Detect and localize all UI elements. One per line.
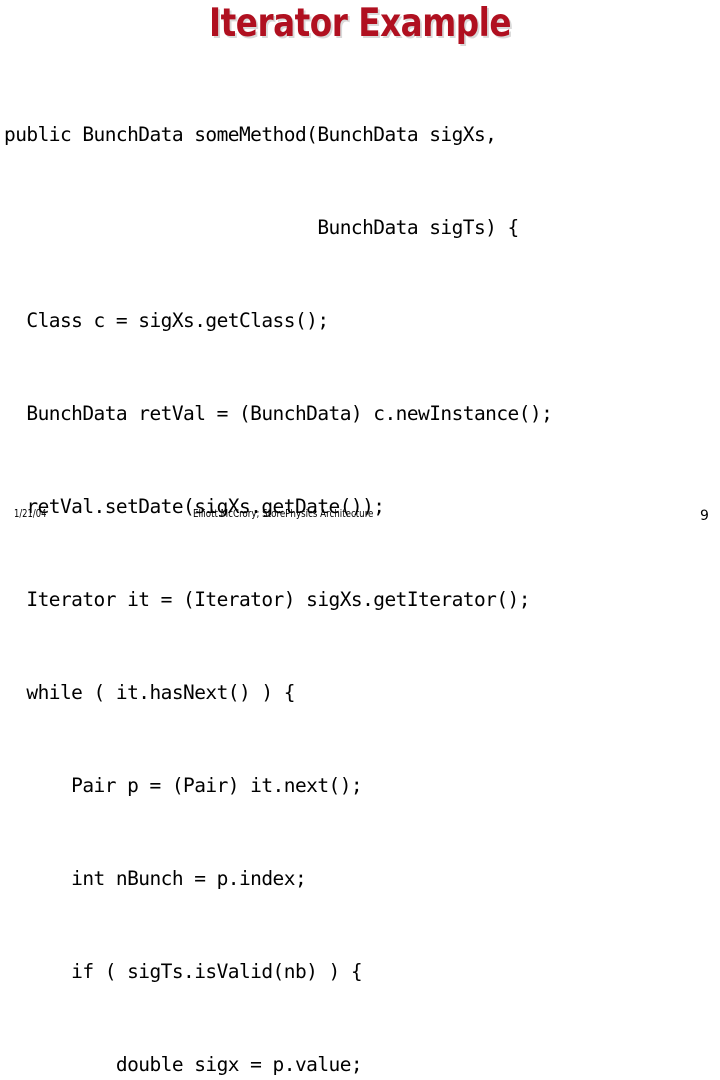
code-line: if ( sigTs.isValid(nb) ) { [4, 960, 363, 983]
code-line: Class c = sigXs.getClass(); [4, 309, 329, 332]
page-title: Iterator Example [208, 1, 512, 46]
footer-page-number: 9 [700, 508, 709, 524]
code-line: public BunchData someMethod(BunchData si… [4, 123, 497, 146]
code-line: Iterator it = (Iterator) sigXs.getIterat… [4, 588, 530, 611]
footer-author-and-topic: Elliott McCrory; StorePhysics Architectu… [193, 507, 374, 520]
code-line: Pair p = (Pair) it.next(); [4, 774, 363, 797]
code-line: int nBunch = p.index; [4, 867, 307, 890]
code-line: while ( it.hasNext() ) { [4, 681, 295, 704]
footer-date: 1/21/04 [14, 507, 47, 520]
slide-canvas: Iterator Example public BunchData someMe… [0, 0, 720, 1076]
code-line: BunchData sigTs) { [4, 216, 519, 239]
code-listing: public BunchData someMethod(BunchData si… [4, 57, 720, 1080]
code-line: BunchData retVal = (BunchData) c.newInst… [4, 402, 553, 425]
code-line: double sigx = p.value; [4, 1053, 363, 1076]
